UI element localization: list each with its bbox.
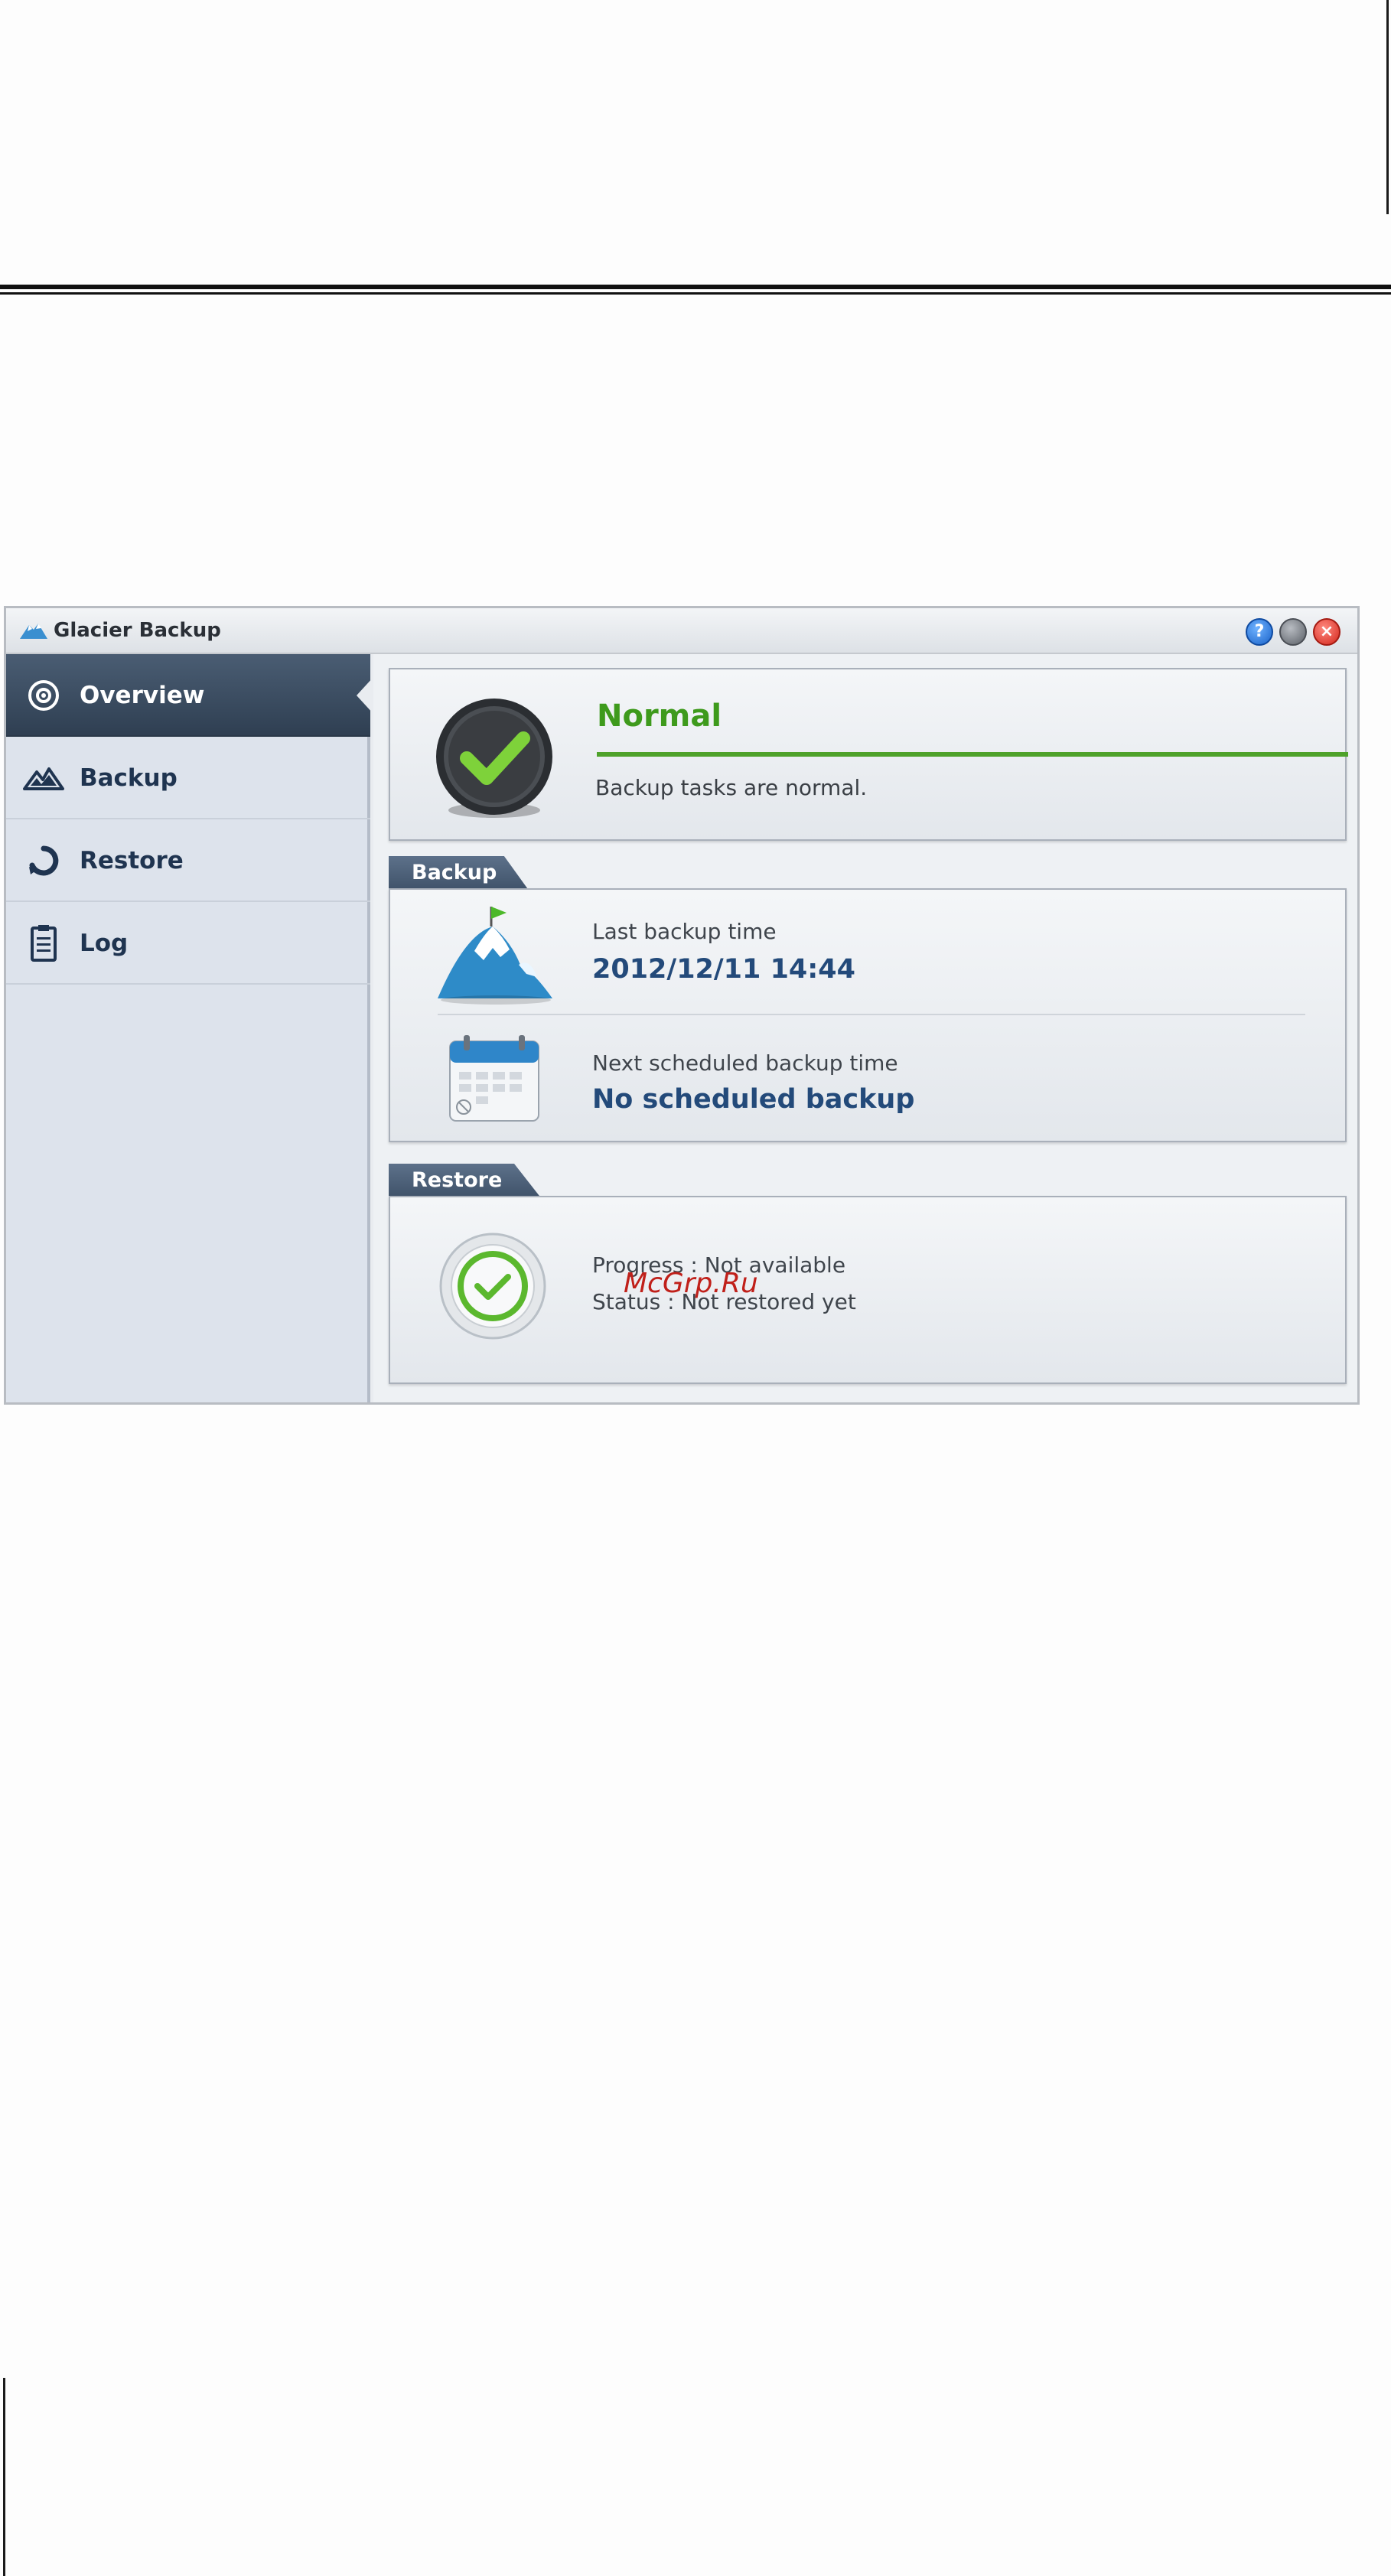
status-panel: Normal Backup tasks are normal. xyxy=(389,668,1348,841)
help-icon: ? xyxy=(1254,622,1265,641)
last-backup-value: 2012/12/11 14:44 xyxy=(592,954,855,985)
status-description: Backup tasks are normal. xyxy=(595,775,868,800)
status-ok-icon xyxy=(436,699,552,818)
minimize-button[interactable] xyxy=(1279,618,1307,646)
page-rule-top xyxy=(0,285,1391,289)
minimize-icon xyxy=(1281,620,1305,644)
page-rule-bottom-left xyxy=(3,2378,5,2576)
status-underline xyxy=(597,752,1348,757)
help-button[interactable]: ? xyxy=(1246,618,1273,646)
watermark: McGrp.Ru xyxy=(624,1268,758,1299)
close-icon: × xyxy=(1319,622,1334,641)
sidebar-item-overview[interactable]: Overview xyxy=(6,654,373,737)
next-backup-label: Next scheduled backup time xyxy=(592,1050,898,1076)
clipboard-icon xyxy=(31,925,57,962)
mountain-flag-icon xyxy=(438,907,552,1005)
window-title: Glacier Backup xyxy=(54,619,221,642)
mountain-icon xyxy=(23,767,64,790)
sidebar-item-label: Restore xyxy=(80,847,184,874)
restore-panel: Progress : Not available Status : Not re… xyxy=(389,1196,1347,1384)
sidebar-item-label: Log xyxy=(80,930,129,957)
active-indicator xyxy=(357,677,373,714)
restore-icon xyxy=(29,845,59,876)
backup-divider xyxy=(438,1014,1305,1015)
next-backup-value: No scheduled backup xyxy=(592,1084,915,1115)
status-title: Normal xyxy=(597,699,722,734)
backup-section-tab: Backup xyxy=(389,856,529,891)
restore-section-tab: Restore xyxy=(389,1164,542,1199)
close-button[interactable]: × xyxy=(1313,618,1341,646)
sidebar-item-log[interactable]: Log xyxy=(6,902,370,985)
title-bar[interactable]: Glacier Backup ? × xyxy=(6,608,1357,654)
main-content: Normal Backup tasks are normal. Backup L… xyxy=(373,654,1357,1402)
page-rule-right xyxy=(1386,0,1389,214)
backup-panel: Last backup time 2012/12/11 14:44 Next s… xyxy=(389,888,1347,1142)
sidebar: Overview Backup Restore Log xyxy=(6,654,373,1402)
sidebar-item-label: Overview xyxy=(80,682,205,709)
sidebar-item-label: Backup xyxy=(80,764,178,792)
glacier-app-icon xyxy=(20,624,47,639)
calendar-icon xyxy=(449,1035,539,1122)
eye-icon xyxy=(28,680,59,711)
page-rule-top-thin xyxy=(0,292,1391,295)
sidebar-item-backup[interactable]: Backup xyxy=(6,737,370,819)
last-backup-label: Last backup time xyxy=(592,919,777,944)
sidebar-item-restore[interactable]: Restore xyxy=(6,819,370,902)
restore-status-icon xyxy=(439,1233,546,1340)
